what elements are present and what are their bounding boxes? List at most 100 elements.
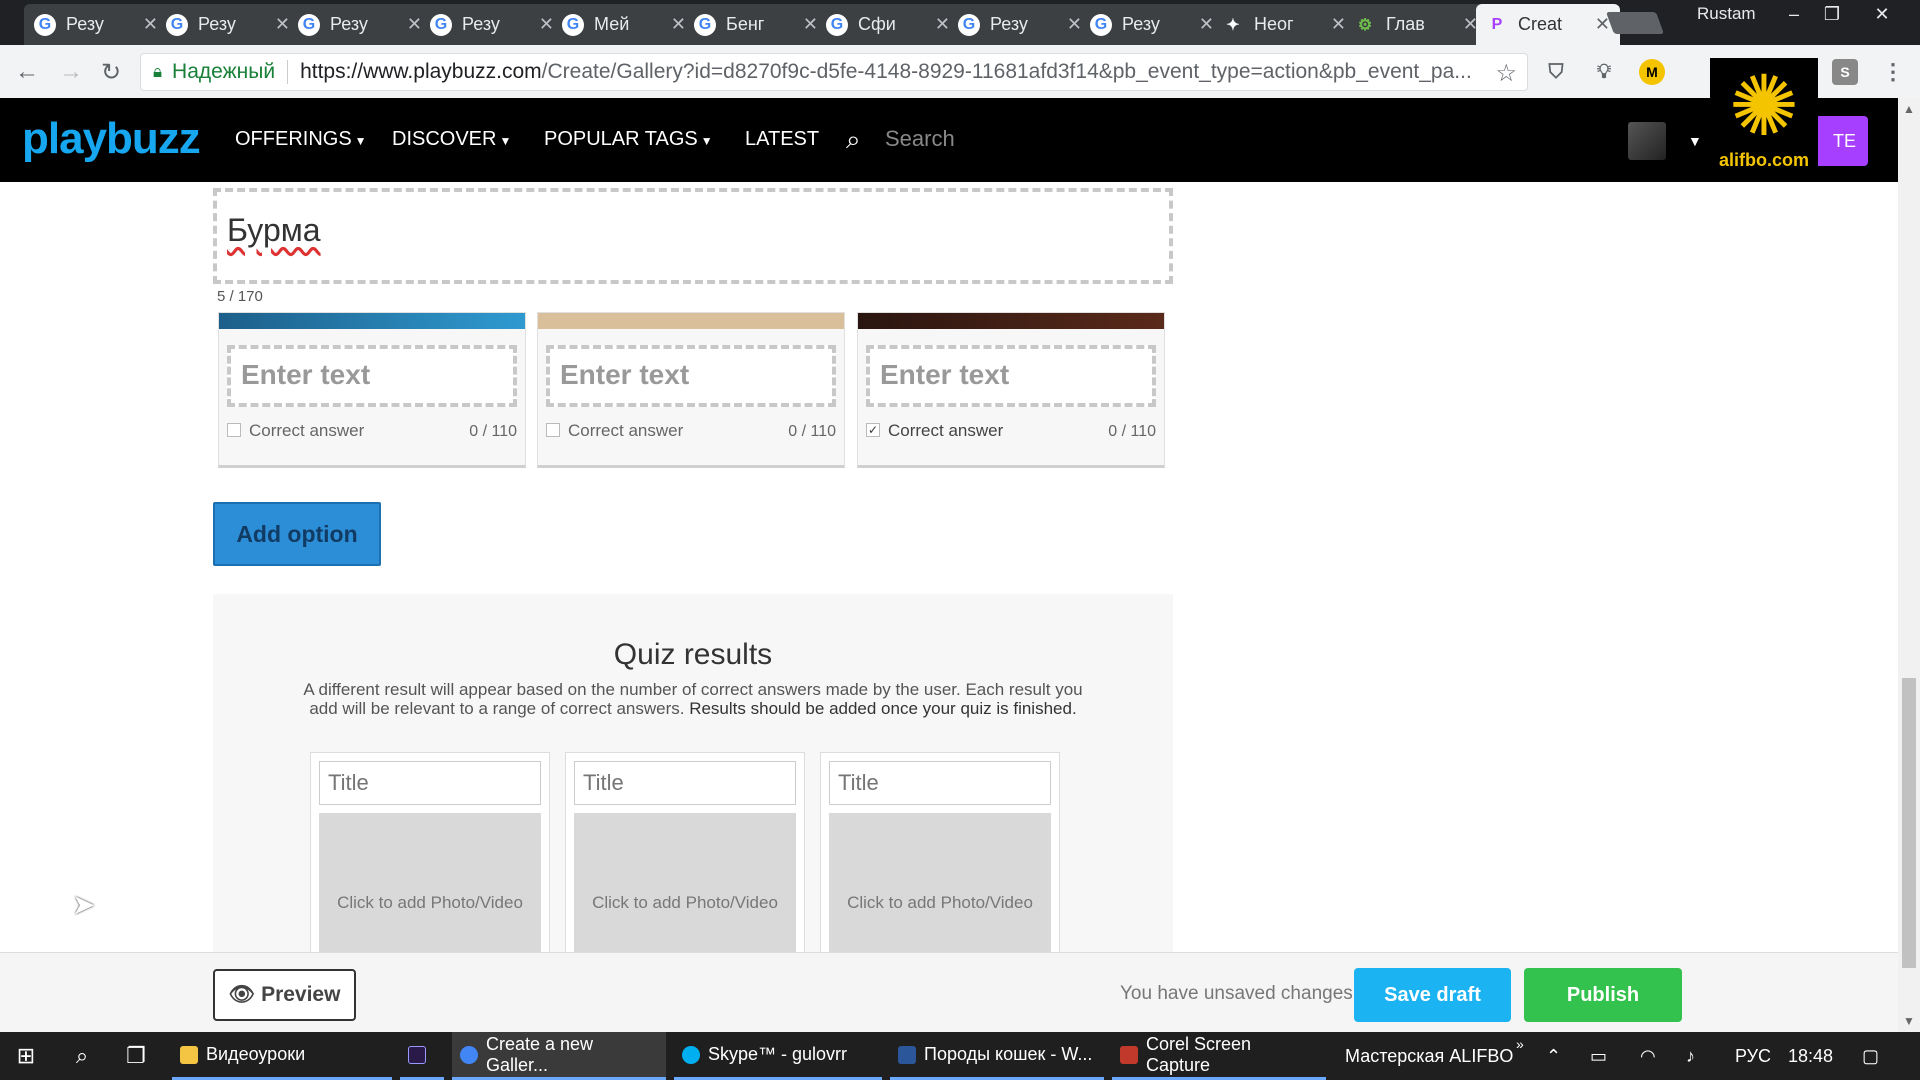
nav-discover[interactable]: DISCOVER ▼ <box>392 128 511 151</box>
result-title-input[interactable] <box>319 761 541 805</box>
option-image[interactable] <box>219 313 525 329</box>
taskbar-item-corel[interactable]: Corel Screen Capture <box>1112 1032 1326 1080</box>
forward-icon[interactable]: → <box>56 57 86 87</box>
page-scrollbar[interactable]: ▲ ▼ <box>1898 98 1920 1032</box>
results-heading: Quiz results <box>613 638 773 671</box>
close-window-icon[interactable]: ✕ <box>1862 0 1902 28</box>
search-input[interactable] <box>885 122 1185 156</box>
scroll-up-icon[interactable]: ▲ <box>1902 102 1916 116</box>
browser-tab[interactable]: G Резу ✕ <box>156 4 300 45</box>
result-card: Click to add Photo/Video <box>310 752 550 952</box>
playbuzz-logo[interactable]: playbuzz <box>22 114 201 164</box>
taskbar-item-premiere[interactable] <box>400 1032 444 1080</box>
taskbar-item-skype[interactable]: Skype™ - gulovrr <box>674 1032 882 1080</box>
correct-answer-label: Correct answer <box>568 421 684 440</box>
option-text-field[interactable]: Enter text <box>546 345 836 407</box>
taskbar-item-chrome[interactable]: Create a new Galler... <box>452 1032 666 1080</box>
correct-answer-checkbox[interactable] <box>227 423 241 437</box>
option-image[interactable] <box>858 313 1164 329</box>
browser-tab-active[interactable]: P Creat ✕ <box>1476 4 1620 45</box>
battery-icon[interactable]: ▭ <box>1590 1046 1607 1067</box>
wifi-icon[interactable]: ◠ <box>1640 1046 1656 1067</box>
scroll-down-icon[interactable]: ▼ <box>1902 1014 1916 1028</box>
extension-s-icon[interactable]: S <box>1832 59 1858 85</box>
premiere-icon <box>408 1045 426 1064</box>
add-photo-area[interactable]: Click to add Photo/Video <box>574 813 796 952</box>
windows-start-icon[interactable]: ⊞ <box>10 1040 42 1072</box>
option-image[interactable] <box>538 313 844 329</box>
browser-tab[interactable]: G Резу ✕ <box>288 4 432 45</box>
volume-icon[interactable]: ♪ <box>1686 1046 1695 1067</box>
publish-button[interactable]: Publish <box>1524 968 1682 1022</box>
result-title-input[interactable] <box>829 761 1051 805</box>
reload-icon[interactable]: ↻ <box>96 57 126 87</box>
menu-icon[interactable]: ⋮ <box>1880 59 1906 85</box>
editor-footer: 👁︎ Preview You have unsaved changes! Sav… <box>0 952 1898 1032</box>
browser-tab[interactable]: ✦ Неог ✕ <box>1212 4 1356 45</box>
search-icon[interactable]: ⌕ <box>66 1040 98 1072</box>
google-icon: G <box>562 13 584 36</box>
chevron-up-icon[interactable]: ⌃ <box>1546 1046 1561 1067</box>
option-char-counter: 0 / 110 <box>788 423 836 440</box>
browser-tab[interactable]: G Мей ✕ <box>552 4 696 45</box>
browser-tab[interactable]: G Резу ✕ <box>24 4 168 45</box>
browser-tab[interactable]: G Резу ✕ <box>1080 4 1224 45</box>
search-icon[interactable]: ⌕ <box>846 124 861 156</box>
playbuzz-icon: P <box>1486 13 1508 36</box>
caret-down-icon: ▼ <box>700 134 713 148</box>
toolbar-label[interactable]: Мастерская ALIFBO <box>1345 1046 1513 1067</box>
option-text-field[interactable]: Enter text <box>866 345 1156 407</box>
add-photo-area[interactable]: Click to add Photo/Video <box>319 813 541 952</box>
nav-popular-tags[interactable]: POPULAR TAGS ▼ <box>544 128 713 151</box>
google-icon: G <box>298 13 320 36</box>
address-bar[interactable]: 🔒︎ Надежный https://www.playbuzz.com/Cre… <box>140 53 1528 91</box>
browser-tab[interactable]: G Сфи ✕ <box>816 4 960 45</box>
task-view-icon[interactable]: ❐ <box>120 1040 152 1072</box>
nav-offerings[interactable]: OFFERINGS ▼ <box>235 128 367 151</box>
correct-answer-checkbox-checked[interactable]: ✓ <box>866 423 880 437</box>
preview-button[interactable]: 👁︎ Preview <box>213 969 356 1021</box>
minimize-icon[interactable]: – <box>1774 0 1814 28</box>
browser-tab[interactable]: ⚙ Глав ✕ <box>1344 4 1488 45</box>
browser-tab[interactable]: G Резу ✕ <box>948 4 1092 45</box>
watermark-text: alifbo.com <box>1718 150 1809 170</box>
extension-m-icon[interactable]: M <box>1639 59 1665 85</box>
watermark-logo: ✺ alifbo.com <box>1710 58 1818 190</box>
profile-name[interactable]: Rustam <box>1697 4 1756 24</box>
add-photo-area[interactable]: Click to add Photo/Video <box>829 813 1051 952</box>
secure-label: Надежный <box>172 60 276 83</box>
option-char-counter: 0 / 110 <box>1108 423 1156 440</box>
browser-tab-strip: G Резу ✕ G Резу ✕ G Резу ✕ G Резу ✕ G Мей ✕ G Бенг ✕… <box>0 0 1920 45</box>
result-card: Click to add Photo/Video <box>820 752 1060 952</box>
question-title-field[interactable]: Бурма <box>213 188 1173 284</box>
correct-answer-checkbox[interactable] <box>546 423 560 437</box>
url-path: /Create/Gallery?id=d8270f9c-d5fe-4148-89… <box>541 60 1472 83</box>
mouse-cursor-icon: ➤ <box>72 889 96 920</box>
back-icon[interactable]: ← <box>12 57 42 87</box>
restore-icon[interactable]: ❐ <box>1812 0 1852 28</box>
save-draft-button[interactable]: Save draft <box>1354 968 1511 1022</box>
chevron-down-icon[interactable]: ▼ <box>1688 133 1702 149</box>
avatar[interactable] <box>1628 122 1666 160</box>
pocket-icon[interactable]: ⛉ <box>1543 59 1569 85</box>
option-text-field[interactable]: Enter text <box>227 345 517 407</box>
add-option-button[interactable]: Add option <box>213 502 381 566</box>
clock[interactable]: 18:48 <box>1788 1046 1833 1067</box>
browser-tab[interactable]: G Резу ✕ <box>420 4 564 45</box>
bookmark-star-icon[interactable]: ☆ <box>1495 59 1517 88</box>
browser-tab[interactable]: G Бенг ✕ <box>684 4 828 45</box>
os-taskbar: ⊞ ⌕ ❐ Видеоуроки Create a new Galler... … <box>0 1032 1920 1080</box>
language-indicator[interactable]: РУС <box>1735 1046 1771 1067</box>
answer-option: Enter text ✓ Correct answer 0 / 110 <box>857 312 1165 468</box>
new-tab-button[interactable] <box>1605 12 1665 34</box>
taskbar-item-explorer[interactable]: Видеоуроки <box>172 1032 392 1080</box>
double-chevron-icon[interactable]: » <box>1516 1036 1524 1052</box>
scroll-thumb[interactable] <box>1902 678 1916 968</box>
lightbulb-icon[interactable]: 💡︎ <box>1591 59 1617 85</box>
taskbar-item-word[interactable]: Породы кошек - W... <box>890 1032 1104 1080</box>
result-title-input[interactable] <box>574 761 796 805</box>
option-char-counter: 0 / 110 <box>469 423 517 440</box>
nav-latest[interactable]: LATEST <box>745 128 819 151</box>
google-icon: G <box>694 13 716 36</box>
notifications-icon[interactable]: ▢ <box>1862 1046 1879 1067</box>
